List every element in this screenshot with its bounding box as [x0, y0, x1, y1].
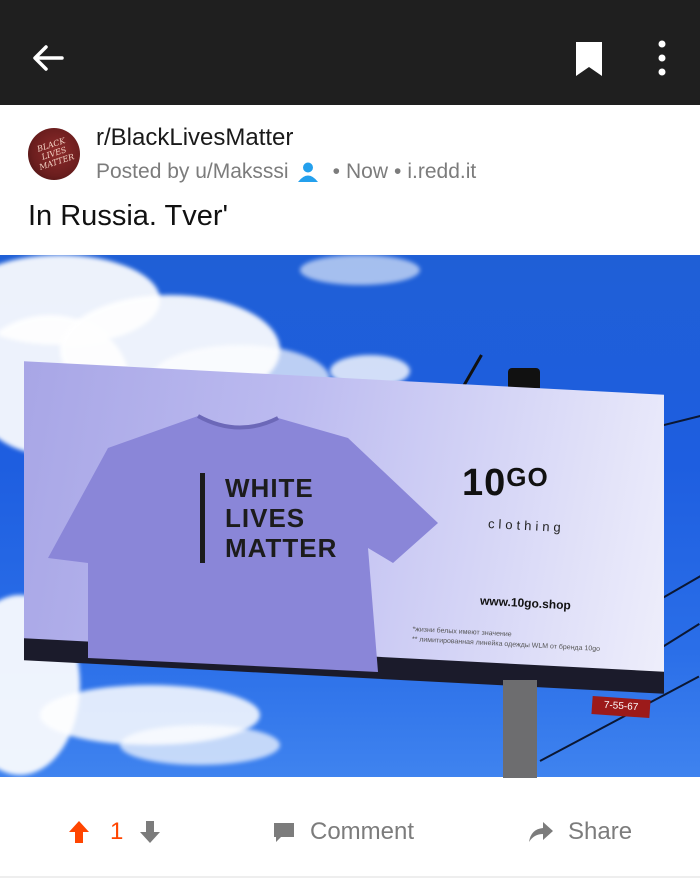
upvote-arrow-icon[interactable]: [68, 820, 90, 844]
brand-number: 10: [462, 462, 507, 504]
shirt-text: WHITE LIVES MATTER: [200, 473, 337, 563]
shirt-line: WHITE: [225, 473, 314, 503]
vote-count: 1: [110, 818, 124, 845]
author-link[interactable]: u/Maksssi: [195, 160, 288, 184]
billboard-pole: [503, 680, 537, 780]
downvote-arrow-icon[interactable]: [139, 820, 161, 844]
comment-label: Comment: [310, 818, 415, 845]
post-domain[interactable]: i.redd.it: [407, 160, 476, 184]
street-lamp-head: [508, 368, 540, 388]
share-icon: [529, 822, 553, 842]
share-label: Share: [568, 818, 633, 845]
post-time: Now: [345, 160, 388, 183]
top-app-bar: [0, 0, 700, 105]
comment-button[interactable]: Comment: [272, 818, 414, 846]
posted-by-label: Posted by: [96, 160, 190, 183]
shirt-line: LIVES: [225, 503, 306, 533]
post-title: In Russia. Tver': [28, 200, 229, 232]
avatar-logo: BLACK LIVES MATTER: [35, 136, 76, 172]
user-icon: [297, 161, 319, 183]
brand-logo: 10GO: [462, 462, 549, 505]
bookmark-icon[interactable]: [574, 40, 604, 78]
separator-dot: •: [332, 160, 340, 183]
share-button[interactable]: Share: [528, 818, 632, 846]
subreddit-avatar[interactable]: BLACK LIVES MATTER: [28, 128, 80, 180]
back-arrow-icon[interactable]: [30, 40, 66, 76]
subreddit-name[interactable]: r/BlackLivesMatter: [96, 124, 293, 152]
comment-icon: [274, 823, 294, 842]
separator-dot: •: [393, 160, 402, 183]
more-vertical-icon[interactable]: [650, 38, 674, 78]
brand-sup: GO: [506, 462, 549, 492]
shirt-line: MATTER: [225, 533, 338, 563]
vote-controls: 1: [68, 818, 161, 846]
post-meta: Posted by u/Maksssi • Now • i.redd.it: [96, 160, 476, 184]
